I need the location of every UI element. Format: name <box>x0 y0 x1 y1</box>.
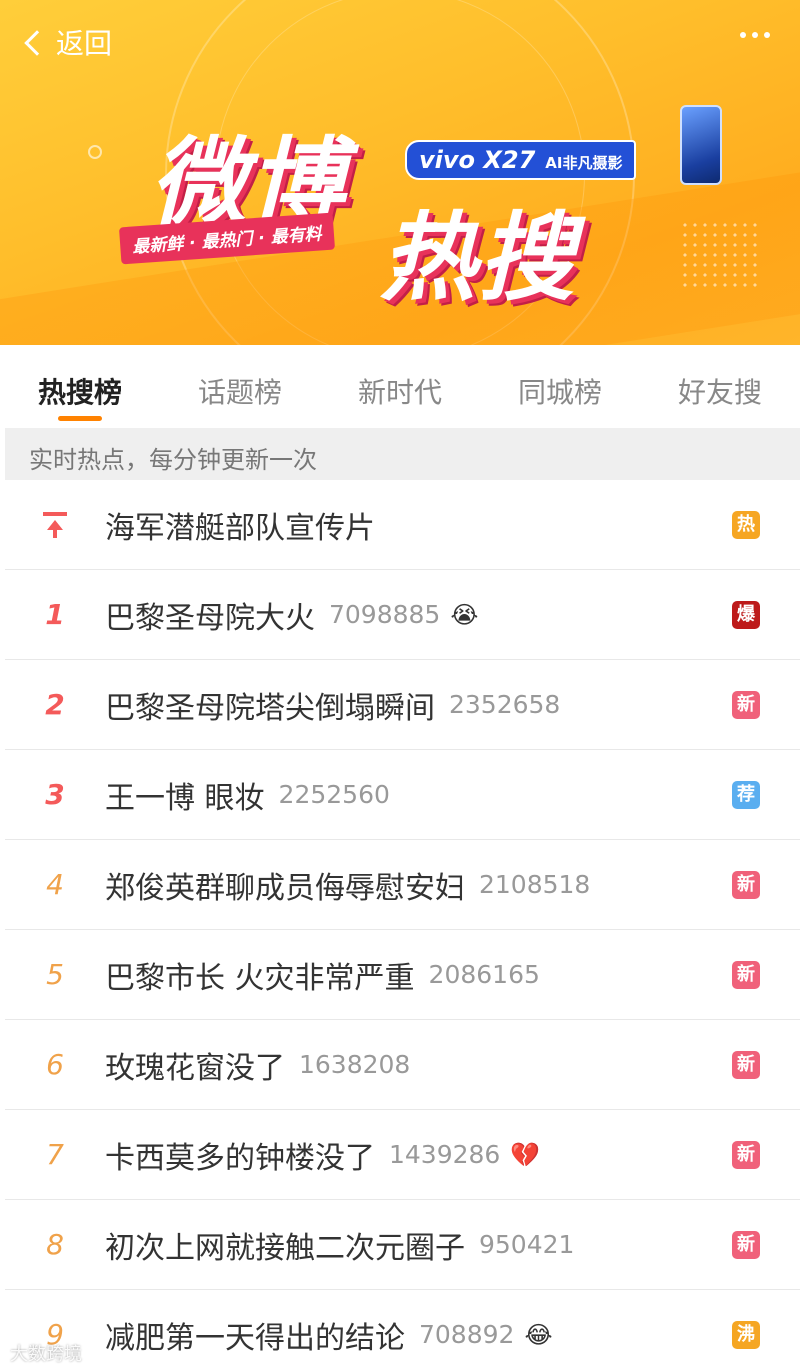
rank-number: 3 <box>45 778 65 811</box>
list-item[interactable]: 5 巴黎市长 火灾非常严重 2086165 新 <box>5 930 800 1020</box>
list-item[interactable]: 3 王一博 眼妆 2252560 荐 <box>5 750 800 840</box>
new-badge: 新 <box>732 690 760 719</box>
list-item[interactable]: 7 卡西莫多的钟楼没了 1439286 💔 新 <box>5 1110 800 1200</box>
tab-new-era[interactable]: 新时代 <box>320 345 480 427</box>
more-dot-icon <box>764 32 770 38</box>
back-button[interactable]: 返回 <box>24 22 113 62</box>
crying-emoji-icon: 😭 <box>450 600 479 629</box>
hot-search-list: 海军潜艇部队宣传片 热 1 巴黎圣母院大火 7098885 😭 爆 2 巴黎圣母… <box>5 480 800 1367</box>
new-badge: 新 <box>732 870 760 899</box>
list-item[interactable]: 8 初次上网就接触二次元圈子 950421 新 <box>5 1200 800 1290</box>
pinned-top-icon <box>43 511 67 538</box>
list-item[interactable]: 6 玫瑰花窗没了 1638208 新 <box>5 1020 800 1110</box>
list-item[interactable]: 1 巴黎圣母院大火 7098885 😭 爆 <box>5 570 800 660</box>
tab-hot-search[interactable]: 热搜榜 <box>0 345 160 427</box>
more-options-button[interactable] <box>740 32 770 38</box>
item-count: 708892 <box>419 1320 515 1349</box>
item-title: 海军潜艇部队宣传片 <box>105 510 375 546</box>
hot-search-banner: 返回 微博 热搜 最新鲜 · 最热门 · 最有料 vivo X27 AI非凡摄影 <box>0 0 800 345</box>
new-badge: 新 <box>732 1230 760 1259</box>
item-title: 巴黎圣母院大火 <box>105 600 315 636</box>
more-dot-icon <box>752 32 758 38</box>
item-count: 2352658 <box>449 690 561 719</box>
item-count: 2108518 <box>479 870 591 899</box>
tab-bar: 热搜榜 话题榜 新时代 同城榜 好友搜 <box>0 345 800 427</box>
watermark: 大数跨境 <box>10 1344 82 1365</box>
tab-friends[interactable]: 好友搜 <box>640 345 800 427</box>
new-badge: 新 <box>732 960 760 989</box>
more-dot-icon <box>740 32 746 38</box>
item-count: 1638208 <box>299 1050 411 1079</box>
rank-number: 1 <box>45 598 65 631</box>
broken-heart-icon: 💔 <box>510 1140 541 1169</box>
hot-badge: 热 <box>732 510 760 539</box>
tab-topics[interactable]: 话题榜 <box>160 345 320 427</box>
new-badge: 新 <box>732 1050 760 1079</box>
item-title: 巴黎市长 火灾非常严重 <box>105 960 415 996</box>
recommend-badge: 荐 <box>732 780 760 809</box>
rank-number: 2 <box>45 688 65 721</box>
item-title: 玫瑰花窗没了 <box>105 1050 285 1086</box>
sponsor-tagline: AI非凡摄影 <box>545 154 623 172</box>
weibo-hot-search-logo: 微博 热搜 最新鲜 · 最热门 · 最有料 vivo X27 AI非凡摄影 <box>118 100 740 314</box>
item-count: 2086165 <box>428 960 540 989</box>
back-label: 返回 <box>56 27 113 60</box>
new-badge: 新 <box>732 1140 760 1169</box>
item-title: 减肥第一天得出的结论 <box>105 1320 405 1356</box>
item-title: 王一博 眼妆 <box>105 780 265 816</box>
item-title: 郑俊英群聊成员侮辱慰安妇 <box>105 870 465 906</box>
phone-image <box>680 105 722 185</box>
list-item[interactable]: 9 减肥第一天得出的结论 708892 😂 沸 <box>5 1290 800 1367</box>
laughing-emoji-icon: 😂 <box>524 1320 553 1349</box>
rank-cell <box>5 511 105 538</box>
rank-number: 7 <box>46 1138 64 1171</box>
chevron-left-icon <box>24 30 50 56</box>
sponsor-tag: vivo X27 AI非凡摄影 <box>405 140 637 180</box>
rank-number: 4 <box>46 868 64 901</box>
item-title: 巴黎圣母院塔尖倒塌瞬间 <box>105 690 435 726</box>
update-notice: 实时热点，每分钟更新一次 <box>5 428 800 480</box>
sponsor-model: vivo X27 <box>419 146 536 174</box>
item-title: 卡西莫多的钟楼没了 <box>105 1140 375 1176</box>
item-count: 7098885 <box>329 600 441 629</box>
item-count: 950421 <box>479 1230 575 1259</box>
logo-text-hot-search: 热搜 <box>380 202 576 314</box>
list-item[interactable]: 海军潜艇部队宣传片 热 <box>5 480 800 570</box>
list-item[interactable]: 4 郑俊英群聊成员侮辱慰安妇 2108518 新 <box>5 840 800 930</box>
rank-number: 5 <box>46 958 64 991</box>
rank-number: 6 <box>46 1048 64 1081</box>
item-count: 1439286 <box>389 1140 501 1169</box>
item-count: 2252560 <box>278 780 390 809</box>
rank-number: 8 <box>46 1228 64 1261</box>
banner-circle-decoration <box>88 145 102 159</box>
list-item[interactable]: 2 巴黎圣母院塔尖倒塌瞬间 2352658 新 <box>5 660 800 750</box>
boiling-badge: 沸 <box>732 1320 760 1349</box>
tab-local[interactable]: 同城榜 <box>480 345 640 427</box>
explode-badge: 爆 <box>732 600 760 629</box>
item-title: 初次上网就接触二次元圈子 <box>105 1230 465 1266</box>
